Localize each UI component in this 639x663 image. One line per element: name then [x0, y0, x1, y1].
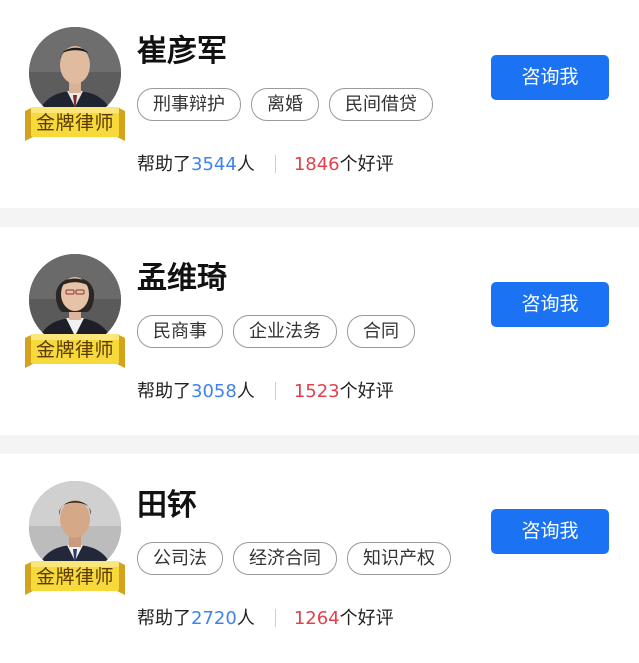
specialty-tag[interactable]: 经济合同: [233, 542, 337, 575]
gold-lawyer-badge: 金牌律师: [25, 334, 125, 368]
avatar-with-badge[interactable]: 金牌律师: [25, 27, 125, 145]
avatar[interactable]: [29, 27, 121, 119]
lawyer-card[interactable]: 金牌律师 孟维琦 民商事 企业法务 合同 帮助了3058人 1523个好评 咨询我: [0, 227, 639, 435]
reviews-suffix: 个好评: [339, 608, 394, 629]
avatar-with-badge[interactable]: 金牌律师: [25, 254, 125, 372]
badge-label: 金牌律师: [35, 566, 114, 588]
stats-divider: [274, 155, 276, 173]
gold-lawyer-badge: 金牌律师: [25, 107, 125, 141]
lawyer-name: 孟维琦: [137, 261, 227, 296]
helped-prefix: 帮助了: [137, 381, 191, 402]
helped-prefix: 帮助了: [137, 608, 191, 629]
consult-button[interactable]: 咨询我: [491, 509, 609, 554]
lawyer-stats: 帮助了3544人 1846个好评: [137, 151, 394, 179]
helped-prefix: 帮助了: [137, 154, 191, 175]
consult-button[interactable]: 咨询我: [491, 282, 609, 327]
lawyer-card[interactable]: 金牌律师 崔彦军 刑事辩护 离婚 民间借贷 帮助了3544人 1846个好评 咨询…: [0, 0, 639, 208]
reviews-count: 1523: [293, 381, 340, 402]
specialty-tags: 公司法 经济合同 知识产权: [137, 542, 451, 578]
lawyer-name: 崔彦军: [137, 34, 227, 69]
specialty-tag[interactable]: 合同: [347, 315, 415, 348]
specialty-tag[interactable]: 企业法务: [233, 315, 337, 348]
badge-label: 金牌律师: [35, 112, 114, 134]
card-separator: [0, 208, 639, 227]
card-separator: [0, 435, 639, 454]
specialty-tags: 民商事 企业法务 合同: [137, 315, 415, 351]
stats-divider: [274, 382, 276, 400]
helped-count: 2720: [191, 608, 237, 629]
helped-suffix: 人: [236, 381, 255, 402]
helped-suffix: 人: [236, 154, 255, 175]
avatar-with-badge[interactable]: 金牌律师: [25, 481, 125, 599]
specialty-tag[interactable]: 公司法: [137, 542, 223, 575]
reviews-count: 1264: [293, 608, 340, 629]
avatar[interactable]: [29, 481, 121, 573]
helped-suffix: 人: [236, 608, 255, 629]
specialty-tag[interactable]: 民间借贷: [329, 88, 433, 121]
lawyer-card[interactable]: 金牌律师 田钚 公司法 经济合同 知识产权 帮助了2720人 1264个好评 咨询…: [0, 454, 639, 662]
specialty-tag[interactable]: 知识产权: [347, 542, 451, 575]
lawyer-stats: 帮助了3058人 1523个好评: [137, 378, 394, 406]
helped-count: 3544: [191, 154, 237, 175]
lawyer-stats: 帮助了2720人 1264个好评: [137, 605, 394, 633]
consult-button[interactable]: 咨询我: [491, 55, 609, 100]
specialty-tag[interactable]: 离婚: [251, 88, 319, 121]
gold-lawyer-badge: 金牌律师: [25, 561, 125, 595]
avatar[interactable]: [29, 254, 121, 346]
badge-label: 金牌律师: [35, 339, 114, 361]
reviews-count: 1846: [293, 154, 340, 175]
stats-divider: [274, 609, 276, 627]
specialty-tag[interactable]: 刑事辩护: [137, 88, 241, 121]
helped-count: 3058: [191, 381, 237, 402]
specialty-tag[interactable]: 民商事: [137, 315, 223, 348]
specialty-tags: 刑事辩护 离婚 民间借贷: [137, 88, 433, 124]
reviews-suffix: 个好评: [339, 381, 394, 402]
reviews-suffix: 个好评: [339, 154, 394, 175]
lawyer-name: 田钚: [137, 488, 197, 523]
